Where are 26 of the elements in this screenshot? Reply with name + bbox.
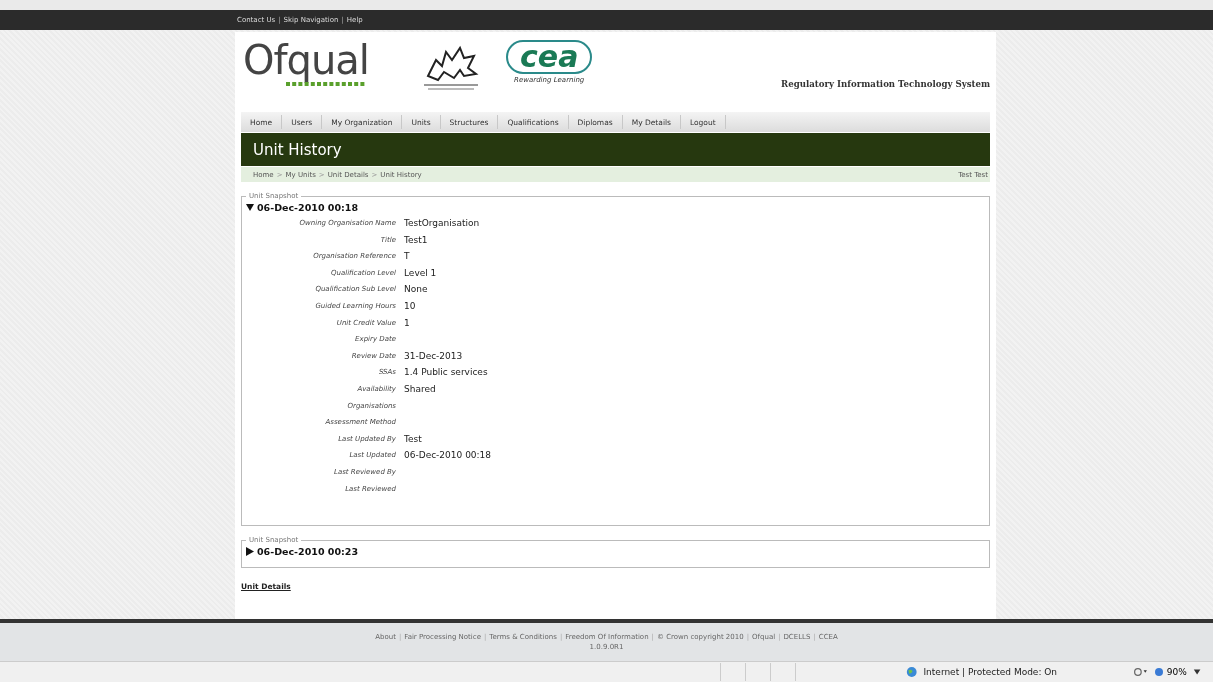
zoom-icon: [1153, 667, 1164, 677]
field-value: 06-Dec-2010 00:18: [404, 449, 493, 463]
field-value: Shared: [404, 382, 437, 396]
page-title: Unit History: [252, 140, 342, 159]
security-zone: Internet | Protected Mode: On: [923, 667, 1058, 677]
field-value: TestOrganisation: [404, 217, 481, 230]
field-value: 31-Dec-2013: [404, 349, 464, 363]
field-value: 1: [404, 316, 411, 330]
field-value: Level 1: [404, 266, 438, 280]
zoom-button[interactable]: 90%: [1153, 667, 1187, 677]
field-value: 10: [404, 299, 417, 313]
system-name: Regulatory Information Technology System: [781, 79, 990, 89]
field-value: None: [404, 283, 429, 297]
field-value: Test1: [404, 233, 429, 247]
dots-icon: [286, 82, 366, 87]
caret-down-icon: [246, 203, 254, 212]
dropdown-icon[interactable]: [1192, 668, 1201, 676]
snapshot-toggle[interactable]: 06-Dec-2010 00:18: [246, 200, 359, 215]
field-value: T: [404, 250, 411, 264]
globe-icon: [906, 665, 918, 679]
caret-right-icon: [246, 547, 254, 557]
snapshot-toggle[interactable]: 06-Dec-2010 00:23: [246, 544, 359, 560]
field-value: Test: [404, 432, 423, 446]
field-value: 1.4 Public services: [404, 366, 489, 380]
settings-icon[interactable]: [1133, 666, 1148, 678]
logo: cea: [506, 40, 593, 74]
